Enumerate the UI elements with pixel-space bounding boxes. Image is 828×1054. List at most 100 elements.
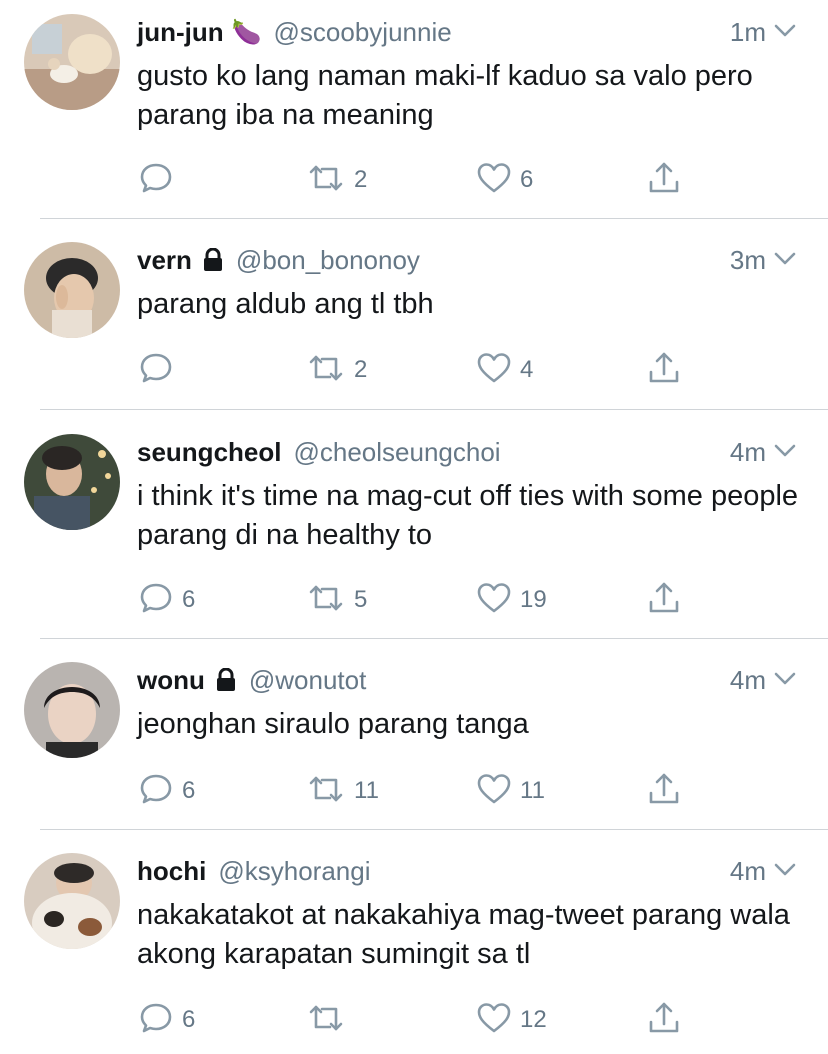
timestamp[interactable]: 4m [730, 662, 766, 698]
heart-icon [476, 160, 512, 201]
retweet-count: 2 [354, 356, 368, 383]
share-icon [646, 1000, 682, 1041]
divider [40, 409, 828, 410]
display-name[interactable]: wonu [137, 665, 205, 696]
tweet[interactable]: hochi @ksyhorangi 4m nakakatakot at naka… [0, 839, 828, 1054]
retweet-button[interactable] [306, 1000, 354, 1040]
like-button[interactable]: 6 [476, 160, 533, 200]
retweet-icon [306, 350, 346, 391]
avatar[interactable] [24, 662, 120, 758]
share-icon [646, 580, 682, 621]
retweet-button[interactable]: 5 [306, 580, 367, 620]
tweet[interactable]: jun-jun 🍆 @scoobyjunnie 1m gusto ko lang… [0, 0, 828, 218]
timestamp[interactable]: 4m [730, 853, 766, 889]
share-icon [646, 771, 682, 812]
share-icon [646, 160, 682, 201]
handle[interactable]: @wonutot [249, 665, 366, 696]
tweet[interactable]: seungcheol @cheolseungchoi 4m i think it… [0, 420, 828, 638]
tweet[interactable]: wonu @wonutot 4m jeonghan siraulo parang… [0, 648, 828, 828]
like-count: 12 [520, 1006, 547, 1033]
reply-icon [138, 580, 174, 621]
chevron-down-icon[interactable] [774, 863, 796, 882]
timeline: jun-jun 🍆 @scoobyjunnie 1m gusto ko lang… [0, 0, 828, 1054]
like-count: 4 [520, 356, 534, 383]
handle[interactable]: @ksyhorangi [218, 856, 370, 887]
reply-button[interactable]: 6 [138, 1000, 195, 1040]
lock-icon [202, 248, 224, 272]
avatar[interactable] [24, 853, 120, 949]
tweet-text: i think it's time na mag-cut off ties wi… [137, 480, 799, 551]
like-button[interactable]: 12 [476, 1000, 547, 1040]
display-name[interactable]: hochi [137, 856, 206, 887]
tweet-text: gusto ko lang naman maki-lf kaduo sa val… [137, 60, 753, 131]
retweet-count: 11 [354, 777, 379, 804]
chevron-down-icon[interactable] [774, 252, 796, 271]
chevron-down-icon[interactable] [774, 444, 796, 463]
display-name[interactable]: vern [137, 245, 192, 276]
action-bar: 6 5 19 [0, 580, 828, 620]
avatar[interactable] [24, 434, 120, 530]
eggplant-emoji: 🍆 [231, 18, 262, 46]
tweet[interactable]: vern @bon_bononoy 3m parang aldub ang tl… [0, 228, 828, 408]
share-button[interactable] [646, 771, 682, 811]
share-button[interactable] [646, 580, 682, 620]
reply-count: 6 [182, 777, 196, 804]
divider [40, 638, 828, 639]
retweet-count: 5 [354, 586, 368, 613]
reply-count: 6 [182, 586, 196, 613]
handle[interactable]: @bon_bononoy [236, 245, 420, 276]
reply-icon [138, 1000, 174, 1041]
tweet-text: parang aldub ang tl tbh [137, 288, 434, 320]
reply-icon [138, 350, 174, 391]
timestamp[interactable]: 4m [730, 434, 766, 470]
heart-icon [476, 350, 512, 391]
like-button[interactable]: 11 [476, 771, 545, 811]
like-count: 6 [520, 166, 534, 193]
reply-icon [138, 771, 174, 812]
retweet-button[interactable]: 11 [306, 771, 379, 811]
handle[interactable]: @scoobyjunnie [274, 17, 452, 48]
avatar[interactable] [24, 242, 120, 338]
reply-button[interactable]: 6 [138, 771, 195, 811]
reply-button[interactable]: 6 [138, 580, 195, 620]
retweet-button[interactable]: 2 [306, 160, 367, 200]
chevron-down-icon[interactable] [774, 672, 796, 691]
reply-count: 6 [182, 1006, 196, 1033]
display-name[interactable]: seungcheol [137, 437, 281, 468]
like-count: 11 [520, 777, 545, 804]
retweet-count: 2 [354, 166, 368, 193]
heart-icon [476, 580, 512, 621]
share-icon [646, 350, 682, 391]
action-bar: 6 12 [0, 1000, 828, 1040]
reply-button[interactable] [138, 350, 182, 390]
timestamp[interactable]: 3m [730, 242, 766, 278]
reply-icon [138, 160, 174, 201]
like-button[interactable]: 4 [476, 350, 533, 390]
retweet-icon [306, 580, 346, 621]
tweet-text: nakakatakot at nakakahiya mag-tweet para… [137, 899, 790, 970]
action-bar: 6 11 11 [0, 771, 828, 811]
divider [40, 218, 828, 219]
retweet-icon [306, 771, 346, 812]
share-button[interactable] [646, 350, 682, 390]
retweet-icon [306, 1000, 346, 1041]
avatar[interactable] [24, 14, 120, 110]
share-button[interactable] [646, 160, 682, 200]
divider [40, 829, 828, 830]
heart-icon [476, 1000, 512, 1041]
heart-icon [476, 771, 512, 812]
retweet-button[interactable]: 2 [306, 350, 367, 390]
like-button[interactable]: 19 [476, 580, 547, 620]
display-name[interactable]: jun-jun [137, 17, 224, 48]
lock-icon [215, 668, 237, 692]
retweet-icon [306, 160, 346, 201]
action-bar: 2 4 [0, 350, 828, 390]
action-bar: 2 6 [0, 160, 828, 200]
tweet-text: jeonghan siraulo parang tanga [137, 708, 529, 740]
like-count: 19 [520, 586, 547, 613]
share-button[interactable] [646, 1000, 682, 1040]
reply-button[interactable] [138, 160, 182, 200]
timestamp[interactable]: 1m [730, 14, 766, 50]
handle[interactable]: @cheolseungchoi [293, 437, 500, 468]
chevron-down-icon[interactable] [774, 24, 796, 43]
